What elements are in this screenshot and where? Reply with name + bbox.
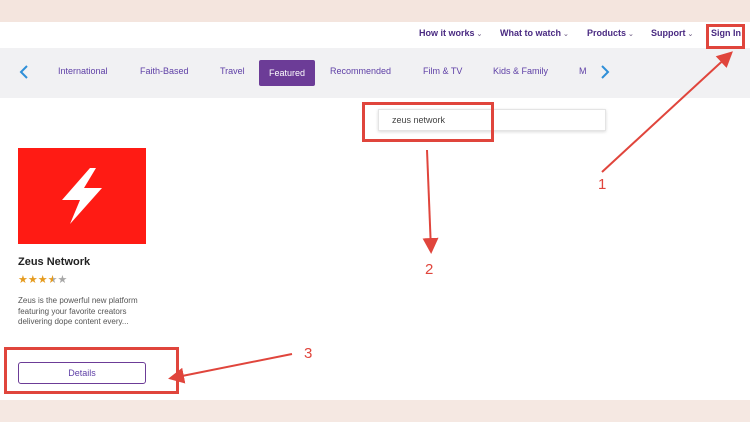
annotation-number-1: 1 (598, 176, 607, 193)
annotation-arrow-3 (168, 353, 293, 384)
annotation-arrows (168, 51, 733, 384)
annotation-arrow-2 (422, 149, 439, 254)
annotation-number-3: 3 (304, 345, 313, 362)
annotation-arrow-1 (601, 51, 733, 173)
annotation-number-2: 2 (425, 261, 434, 278)
